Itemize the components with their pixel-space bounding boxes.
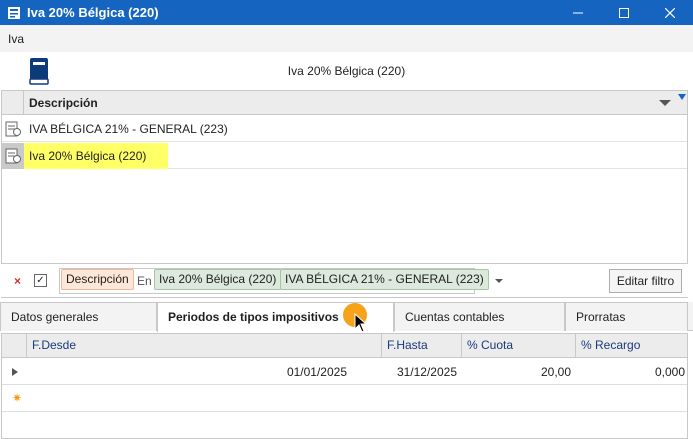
periods-grid: F.Desde F.Hasta % Cuota % Recargo 01/01/… (1, 333, 688, 439)
mouse-cursor-icon (354, 313, 368, 333)
record-title: Iva 20% Bélgica (220) (287, 64, 406, 78)
cell-cuota[interactable]: 20,00 (541, 365, 571, 379)
edit-filter-button[interactable]: Editar filtro (609, 269, 682, 293)
new-row[interactable]: ✷ (2, 386, 687, 412)
row-selector-header (2, 334, 26, 358)
record-header: Iva 20% Bélgica (220) (0, 52, 693, 90)
filter-value-2[interactable]: IVA BÉLGICA 21% - GENERAL (223) (280, 269, 489, 290)
list-item-label: IVA BÉLGICA 21% - GENERAL (223) (29, 122, 228, 136)
document-icon (2, 116, 24, 142)
current-row-icon (12, 368, 18, 376)
clear-filter-icon[interactable]: × (14, 274, 21, 288)
list-item[interactable]: IVA BÉLGICA 21% - GENERAL (223) (2, 116, 687, 142)
column-f-desde[interactable]: F.Desde (26, 334, 381, 358)
list-item-label: Iva 20% Bélgica (220) (29, 149, 147, 163)
cell-recargo[interactable]: 0,000 (655, 365, 685, 379)
row-selector-header (2, 91, 24, 115)
menu-item-iva[interactable]: Iva (8, 32, 24, 46)
tab-datos-generales[interactable]: Datos generales (0, 302, 157, 331)
app-icon (8, 6, 20, 19)
tab-prorratas[interactable]: Prorratas (565, 302, 688, 331)
filter-icon[interactable] (678, 94, 686, 100)
filter-field[interactable]: Descripción (61, 269, 134, 290)
close-button[interactable] (647, 0, 693, 25)
tab-cuentas-contables[interactable]: Cuentas contables (394, 302, 565, 331)
filter-value-1[interactable]: Iva 20% Bélgica (220) (154, 269, 282, 290)
enable-filter-checkbox[interactable]: ✓ (34, 274, 47, 287)
document-icon (2, 143, 24, 169)
filter-dropdown-icon[interactable] (495, 279, 503, 283)
column-cuota[interactable]: % Cuota (461, 334, 575, 358)
maximize-icon (619, 7, 629, 18)
cell-f-desde[interactable]: 01/01/2025 (287, 365, 347, 379)
table-row[interactable]: 01/01/2025 31/12/2025 20,00 0,000 (2, 359, 687, 385)
cell-f-hasta[interactable]: 31/12/2025 (397, 365, 457, 379)
filter-bar: × ✓ Descripción En Iva 20% Bélgica (220)… (1, 263, 688, 297)
minimize-icon (573, 12, 583, 13)
periods-column-header: F.Desde F.Hasta % Cuota % Recargo (2, 334, 687, 358)
maximize-button[interactable] (601, 0, 647, 25)
column-recargo[interactable]: % Recargo (575, 334, 687, 358)
new-row-icon: ✷ (12, 391, 23, 405)
column-descripcion[interactable]: Descripción (29, 96, 98, 110)
window-title: Iva 20% Bélgica (220) (27, 5, 159, 20)
sort-desc-icon[interactable] (659, 100, 671, 106)
list-column-header[interactable]: Descripción (2, 91, 687, 115)
minimize-button[interactable] (555, 0, 601, 25)
close-icon (665, 7, 675, 18)
column-f-hasta[interactable]: F.Hasta (381, 334, 461, 358)
filter-operator: En (137, 274, 152, 288)
title-bar: Iva 20% Bélgica (220) (0, 0, 693, 25)
list-item-selected[interactable]: Iva 20% Bélgica (220) (2, 143, 687, 169)
menu-bar: Iva (0, 25, 693, 52)
